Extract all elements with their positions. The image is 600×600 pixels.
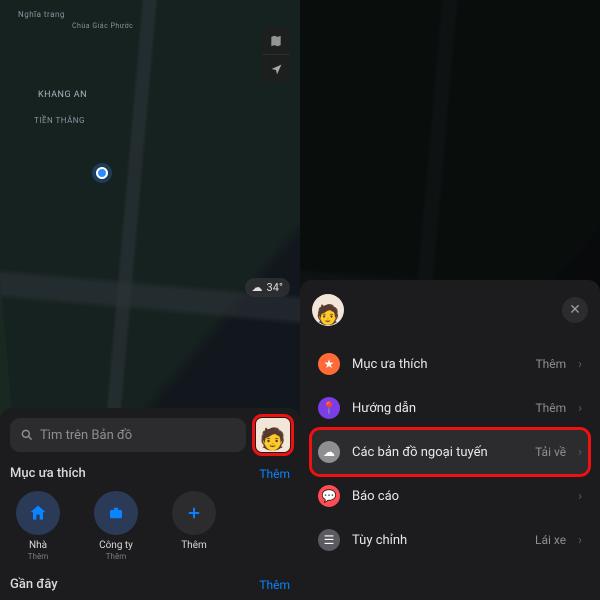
temperature: 34° xyxy=(267,281,283,294)
chevron-right-icon: › xyxy=(578,357,582,372)
star-icon: ★ xyxy=(318,353,340,375)
profile-avatar[interactable]: 🧑 xyxy=(256,418,290,452)
menu-favorites[interactable]: ★ Mục ưa thích Thêm › xyxy=(312,342,588,386)
memoji-icon: 🧑 xyxy=(260,428,286,452)
guide-icon: 📍 xyxy=(318,397,340,419)
favorite-home[interactable]: Nhà Thêm xyxy=(10,491,66,561)
close-icon: ✕ xyxy=(569,302,581,318)
map-label: Chùa Giác Phước xyxy=(72,22,133,30)
recent-more-link[interactable]: Thêm xyxy=(259,578,290,592)
sliders-icon: ☰ xyxy=(318,529,340,551)
close-button[interactable]: ✕ xyxy=(562,297,588,323)
recent-heading: Gần đây xyxy=(10,577,58,592)
map-label: KHANG AN xyxy=(38,90,87,100)
locate-button[interactable] xyxy=(262,55,290,83)
bottom-sheet: Tìm trên Bản đồ 🧑 Mục ưa thích Thêm Nhà … xyxy=(0,408,300,600)
plus-icon xyxy=(185,504,203,522)
favorites-heading: Mục ưa thích xyxy=(10,466,86,481)
chevron-right-icon: › xyxy=(578,445,582,460)
map-icon xyxy=(269,34,283,48)
cloud-icon: ☁ xyxy=(252,281,263,294)
search-icon xyxy=(20,428,34,442)
favorites-row: Nhà Thêm Công ty Thêm Thêm xyxy=(10,491,290,561)
favorite-work[interactable]: Công ty Thêm xyxy=(88,491,144,561)
menu-offline-maps[interactable]: ☁ Các bản đồ ngoại tuyến Tải về › xyxy=(312,430,588,474)
map-controls xyxy=(262,27,290,83)
memoji-icon: 🧑 xyxy=(316,303,340,326)
chevron-right-icon: › xyxy=(578,489,582,504)
map-label: Nghĩa trang xyxy=(18,10,65,19)
favorite-add[interactable]: Thêm xyxy=(166,491,222,561)
cloud-off-icon: ☁ xyxy=(318,441,340,463)
menu-report[interactable]: 💬 Báo cáo › xyxy=(312,474,588,518)
weather-badge[interactable]: ☁ 34° xyxy=(245,278,290,297)
map-label: TIỀN THẮNG xyxy=(34,116,85,125)
map-layers-button[interactable] xyxy=(262,27,290,55)
favorites-more-link[interactable]: Thêm xyxy=(259,467,290,481)
report-icon: 💬 xyxy=(318,485,340,507)
location-arrow-icon xyxy=(270,63,283,76)
profile-avatar[interactable]: 🧑 xyxy=(312,294,344,326)
home-icon xyxy=(28,503,48,523)
menu-customize[interactable]: ☰ Tùy chỉnh Lái xe › xyxy=(312,518,588,562)
chevron-right-icon: › xyxy=(578,533,582,548)
profile-sheet: 🧑 ✕ ★ Mục ưa thích Thêm › 📍 Hướng dẫn Th… xyxy=(300,280,600,600)
right-screenshot: 🧑 ✕ ★ Mục ưa thích Thêm › 📍 Hướng dẫn Th… xyxy=(300,0,600,600)
current-location-dot xyxy=(96,167,108,179)
left-screenshot: Nghĩa trang Chùa Giác Phước KHANG AN TIỀ… xyxy=(0,0,300,600)
chevron-right-icon: › xyxy=(578,401,582,416)
search-placeholder: Tìm trên Bản đồ xyxy=(40,428,132,443)
search-input[interactable]: Tìm trên Bản đồ xyxy=(10,418,246,452)
menu-guides[interactable]: 📍 Hướng dẫn Thêm › xyxy=(312,386,588,430)
briefcase-icon xyxy=(107,504,125,522)
